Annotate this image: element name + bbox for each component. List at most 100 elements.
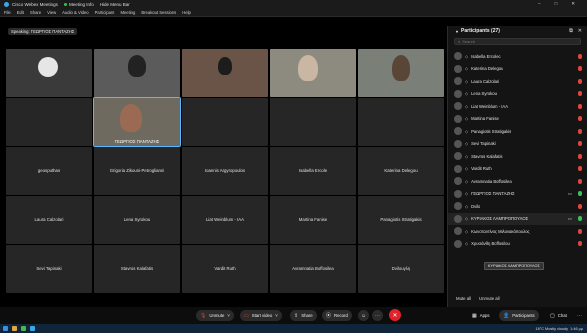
participant-tile[interactable]: Avramnatia Boffosilea <box>270 245 356 293</box>
close-panel-icon[interactable]: ✕ <box>578 28 582 34</box>
close-icon[interactable]: ✕ <box>571 1 575 7</box>
mic-muted-icon[interactable] <box>578 228 582 234</box>
participant-tile[interactable]: Laura Calzolari <box>6 196 92 244</box>
menu-view[interactable]: View <box>47 10 56 15</box>
popout-icon[interactable]: ⧉ <box>569 28 573 34</box>
participant-tile[interactable]: Isabella Ercole <box>270 147 356 195</box>
mic-muted-icon[interactable] <box>578 178 582 184</box>
share-button[interactable]: ⇪ Share <box>290 310 317 321</box>
mic-muted-icon[interactable] <box>578 53 582 59</box>
menu-file[interactable]: File <box>4 10 11 15</box>
menu-meeting[interactable]: Meeting <box>120 10 135 15</box>
meeting-controls: 🎙 Unmute ˅ ▭ Start video ˅ ⇪ Share ⦿ Record ☺ … <box>0 307 587 324</box>
participant-tile[interactable]: Martina Fanise <box>270 196 356 244</box>
mic-muted-icon[interactable] <box>578 241 582 247</box>
apps-button[interactable]: ▦ Apps <box>468 310 494 321</box>
mic-on-icon[interactable] <box>578 191 582 197</box>
participant-row[interactable]: ◇ Isabella Ercolec <box>448 50 587 63</box>
participant-row[interactable]: ◇ Panagiotis Stratigakis <box>448 125 587 138</box>
panel-title: Participants (27) <box>461 28 500 34</box>
folder-icon[interactable] <box>12 326 17 331</box>
participant-tile[interactable]: Ioannis Argyropoulos <box>182 147 268 195</box>
menu-breakout[interactable]: Breakout Sessions <box>141 10 176 15</box>
record-button[interactable]: ⦿ Record <box>322 310 352 321</box>
mic-muted-icon[interactable] <box>578 91 582 97</box>
start-video-button[interactable]: ▭ Start video ˅ <box>240 310 282 321</box>
participant-row[interactable]: ◇ Stavros Kalafatis <box>448 150 587 163</box>
participant-row[interactable]: ◇ Martina Fanise <box>448 113 587 126</box>
maximize-icon[interactable]: □ <box>555 1 558 7</box>
participant-row[interactable]: ◇ Sevi Tapinaki <box>448 138 587 151</box>
chat-button[interactable]: ▢ Chat <box>546 310 571 321</box>
participant-row[interactable]: ◇ ΓΕΩΡΓΙΟΣ ΠΑΝΤΑΖΗΣ ▭ <box>448 188 587 201</box>
participant-name: Katerina Delegou <box>384 168 418 173</box>
participant-tile[interactable]: Dvilouγλη <box>358 245 444 293</box>
mic-muted-icon[interactable] <box>578 166 582 172</box>
chevron-down-icon[interactable]: ˅ <box>227 313 230 318</box>
mic-muted-icon[interactable] <box>578 78 582 84</box>
participant-row[interactable]: ◇ ΚΥΡΙΑΚΟΣ ΛΑΜΠΡΟΠΟΥΛΟΣ ▭ <box>448 212 587 225</box>
mic-muted-icon[interactable] <box>578 116 582 122</box>
participant-tile[interactable]: Lena Syrokou <box>94 196 180 244</box>
menu-audio-video[interactable]: Audio & Video <box>62 10 88 15</box>
participant-search[interactable]: ⌕ <box>454 38 581 45</box>
unmute-button[interactable]: 🎙 Unmute ˅ <box>196 310 234 321</box>
chevron-down-icon[interactable]: ˅ <box>275 313 278 318</box>
participant-tile[interactable]: Stavros Kalafatis <box>94 245 180 293</box>
participant-tile[interactable]: ΓΕΩΡΓΙΟΣ ΠΑΝΤΑΖΗΣ <box>93 97 181 147</box>
participant-tile[interactable] <box>6 98 92 146</box>
hide-menu-bar[interactable]: Hide Menu Bar <box>100 2 130 7</box>
participant-tile[interactable] <box>358 98 444 146</box>
reactions-icon[interactable]: ☺ <box>358 310 369 321</box>
participant-tile[interactable]: Anastasia Anastasiou <box>182 49 268 97</box>
participants-button[interactable]: 👤 Participants <box>499 310 539 321</box>
participant-row[interactable]: ◇ Kωνσταντίνος Μιλονακόπουλος <box>448 225 587 238</box>
participant-row[interactable]: ◇ Liat Weinblum - IAA <box>448 100 587 113</box>
mic-muted-icon[interactable] <box>578 153 582 159</box>
start-icon[interactable] <box>3 326 8 331</box>
participant-row[interactable]: ◇ Avramnatia Boffosilea <box>448 175 587 188</box>
menu-help[interactable]: Help <box>182 10 191 15</box>
mic-muted-icon[interactable] <box>578 128 582 134</box>
participant-row[interactable]: ◇ Laura Calzolari <box>448 75 587 88</box>
mic-muted-icon[interactable] <box>578 103 582 109</box>
participant-tile[interactable]: Vardit Ruth <box>182 245 268 293</box>
participant-tile[interactable]: Katerina Delegou <box>358 147 444 195</box>
participant-tile[interactable]: Grigoria Zikouni-Petroglianni <box>94 147 180 195</box>
participant-tile[interactable]: Panagiotis Stratigakis <box>358 196 444 244</box>
mute-all-button[interactable]: Mute all <box>456 296 471 301</box>
end-call-icon[interactable]: ✕ <box>389 309 401 321</box>
participant-tile[interactable]: Dimitra <box>358 49 444 97</box>
camera-icon: ▭ <box>567 215 572 221</box>
menu-edit[interactable]: Edit <box>17 10 24 15</box>
participant-tile[interactable]: Sevi Tapinaki <box>6 245 92 293</box>
browser-icon[interactable] <box>21 326 26 331</box>
more-options-icon[interactable]: ⋯ <box>372 310 383 321</box>
participant-row[interactable]: ◇ Dvilo <box>448 200 587 213</box>
mic-muted-icon[interactable] <box>578 203 582 209</box>
mic-muted-icon[interactable] <box>578 66 582 72</box>
participant-row[interactable]: ◇ Vardit Ruth <box>448 163 587 176</box>
participant-tile[interactable] <box>270 98 356 146</box>
meeting-info[interactable]: Meeting Info <box>63 2 94 7</box>
participant-row[interactable]: ◇ Χρυσάνθη Βoffosilou <box>448 238 587 251</box>
chevron-down-icon[interactable]: ▾ <box>456 29 458 34</box>
participant-row[interactable]: ◇ Katerina Delegou <box>448 63 587 76</box>
more-icon[interactable]: ⋯ <box>574 310 585 321</box>
participant-tile[interactable] <box>182 98 268 146</box>
chat-label: Chat <box>557 313 567 318</box>
mic-muted-icon[interactable] <box>578 141 582 147</box>
participant-row[interactable]: ◇ Lena Syrokou <box>448 88 587 101</box>
menu-share[interactable]: Share <box>30 10 41 15</box>
minimize-icon[interactable]: – <box>538 1 541 7</box>
menu-participant[interactable]: Participant <box>95 10 115 15</box>
participant-tile[interactable]: geosputhas <box>6 147 92 195</box>
participant-tile[interactable] <box>94 49 180 97</box>
participant-tile[interactable]: Liat Weinblum - IAA <box>182 196 268 244</box>
mic-on-icon[interactable] <box>578 216 582 222</box>
participant-tile[interactable]: Chiara Bellocchi <box>270 49 356 97</box>
participant-tile[interactable]: Adi Sela Wiener_Bezalel <box>6 49 92 97</box>
unmute-all-button[interactable]: Unmute all <box>479 296 500 301</box>
webex-icon[interactable] <box>30 326 35 331</box>
search-input[interactable] <box>462 39 580 44</box>
